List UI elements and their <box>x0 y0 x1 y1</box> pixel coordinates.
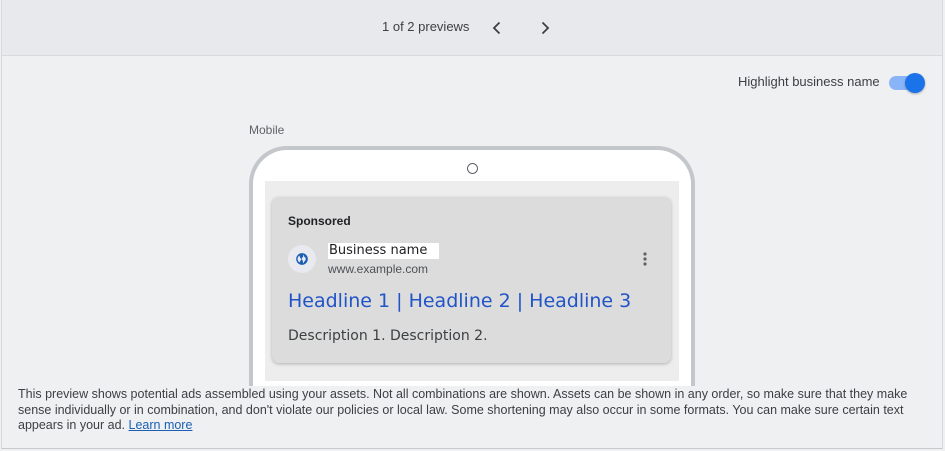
favicon <box>288 245 316 273</box>
camera-icon <box>467 163 478 174</box>
globe-icon <box>296 253 308 265</box>
chevron-left-icon <box>492 21 501 35</box>
device-label: Mobile <box>249 123 285 137</box>
learn-more-link[interactable]: Learn more <box>129 418 193 432</box>
mobile-phone-frame: Sponsored Business name www.example.com … <box>249 146 695 386</box>
highlight-business-name-toggle[interactable] <box>888 72 926 94</box>
next-preview-button[interactable] <box>531 14 559 42</box>
preview-pager-bar: 1 of 2 previews <box>2 0 942 56</box>
phone-screen: Sponsored Business name www.example.com … <box>265 181 679 381</box>
highlight-business-name-label: Highlight business name <box>738 74 880 89</box>
ad-description: Description 1. Description 2. <box>288 328 488 344</box>
chevron-right-icon <box>541 21 550 35</box>
previous-preview-button[interactable] <box>483 14 511 42</box>
more-options-button[interactable] <box>638 250 652 268</box>
toggle-thumb <box>905 73 925 93</box>
business-name: Business name <box>328 243 440 259</box>
more-vert-icon <box>643 252 647 266</box>
ad-preview-card: Sponsored Business name www.example.com … <box>272 197 671 363</box>
preview-disclaimer: This preview shows potential ads assembl… <box>18 387 918 434</box>
pager-count: 1 of 2 previews <box>382 19 470 34</box>
ad-headline[interactable]: Headline 1 | Headline 2 | Headline 3 <box>288 290 631 312</box>
display-url: www.example.com <box>328 262 429 276</box>
sponsored-label: Sponsored <box>288 214 351 228</box>
